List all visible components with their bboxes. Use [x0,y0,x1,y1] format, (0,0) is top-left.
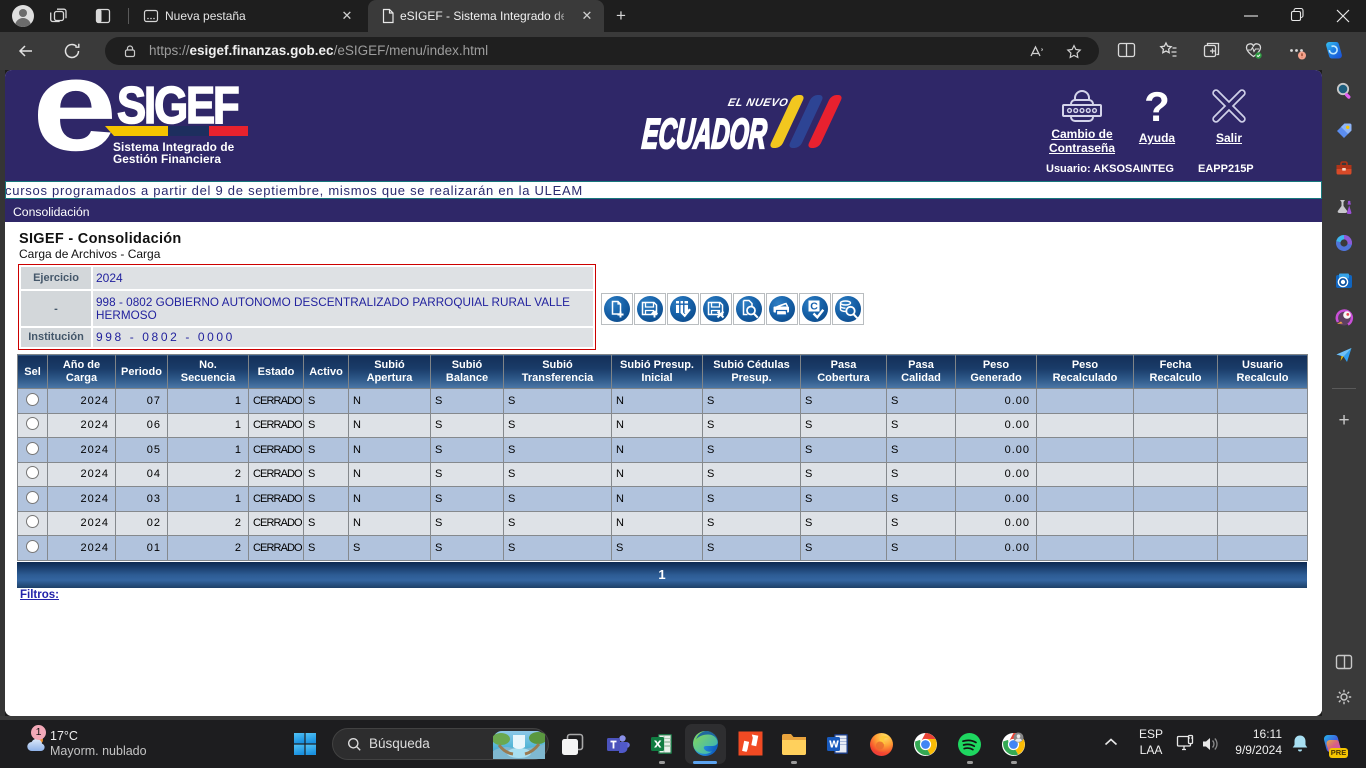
svg-text:C: C [810,301,818,313]
